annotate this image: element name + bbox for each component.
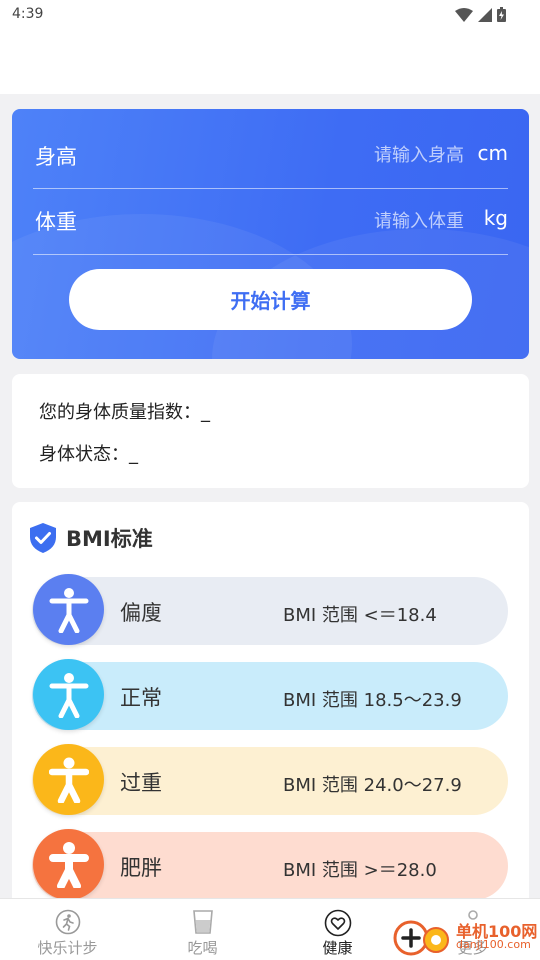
tab-step-counter[interactable]: 快乐计步 — [0, 899, 135, 960]
weight-label: 体重 — [35, 210, 77, 234]
heart-icon — [324, 909, 351, 937]
system-icons — [455, 7, 506, 22]
bmi-row-underweight: 偏廋 BMI 范围 <＝18.4 — [32, 574, 508, 645]
height-label: 身高 — [35, 145, 77, 169]
result-card: 您的身体质量指数：_ 身体状态：_ — [12, 374, 529, 488]
person-icon — [48, 841, 89, 888]
bmi-calculator-card: 身高 cm 体重 kg 开始计算 — [12, 109, 529, 359]
tab-label: 吃喝 — [187, 939, 218, 957]
site-watermark: 单机100网 danji100.com — [392, 914, 540, 960]
body-status-value: _ — [129, 444, 138, 465]
weight-input[interactable] — [264, 211, 464, 232]
bmi-result-label: 您的身体质量指数： — [39, 402, 201, 423]
row-circle — [33, 744, 104, 815]
status-time: 4:39 — [12, 6, 44, 22]
app-bar — [0, 32, 540, 94]
tab-food[interactable]: 吃喝 — [135, 899, 270, 960]
status-bar: 4:39 — [0, 0, 540, 32]
row-range: BMI 范围 >＝28.0 — [283, 860, 437, 881]
row-name: 肥胖 — [120, 856, 162, 880]
body-status-label: 身体状态： — [39, 444, 129, 465]
watermark-subtext: danji100.com — [456, 938, 531, 951]
row-range: BMI 范围 <＝18.4 — [283, 605, 437, 626]
person-icon — [49, 672, 88, 718]
bmi-row-normal: 正常 BMI 范围 18.5～23.9 — [32, 659, 508, 730]
bmi-result-line: 您的身体质量指数：_ — [39, 398, 210, 424]
bmi-result-value: _ — [201, 402, 210, 423]
row-circle — [33, 829, 104, 900]
running-icon — [55, 909, 80, 935]
cup-icon — [192, 910, 213, 934]
body-status-line: 身体状态：_ — [39, 440, 138, 466]
bmi-standard-card: BMI标准 偏廋 BMI 范围 <＝18.4 正常 BMI 范围 18.5～23… — [12, 502, 529, 922]
tab-label: 健康 — [322, 939, 353, 957]
start-calculation-button[interactable]: 开始计算 — [69, 269, 472, 330]
height-input[interactable] — [264, 145, 464, 166]
bmi-standard-title: BMI标准 — [66, 527, 153, 551]
row-name: 过重 — [120, 771, 162, 795]
row-circle — [33, 574, 104, 645]
bmi-standard-header: BMI标准 — [28, 522, 153, 554]
signal-icon — [478, 7, 492, 22]
height-unit: cm — [477, 141, 508, 165]
height-field-row: 身高 cm — [33, 123, 508, 189]
weight-unit: kg — [483, 206, 508, 230]
row-circle — [33, 659, 104, 730]
row-range: BMI 范围 18.5～23.9 — [283, 690, 462, 711]
shield-check-icon — [30, 523, 56, 553]
row-name: 正常 — [120, 686, 162, 710]
bmi-row-obese: 肥胖 BMI 范围 >＝28.0 — [32, 829, 508, 900]
person-icon — [48, 757, 89, 803]
battery-icon — [497, 7, 506, 22]
tab-health[interactable]: 健康 — [270, 899, 405, 960]
weight-field-row: 体重 kg — [33, 189, 508, 255]
wifi-icon — [455, 7, 473, 22]
row-name: 偏廋 — [120, 601, 162, 625]
watermark-logo-icon — [393, 920, 449, 956]
tab-label: 快乐计步 — [37, 939, 98, 957]
person-icon — [49, 587, 88, 633]
row-range: BMI 范围 24.0～27.9 — [283, 775, 462, 796]
bmi-row-overweight: 过重 BMI 范围 24.0～27.9 — [32, 744, 508, 815]
